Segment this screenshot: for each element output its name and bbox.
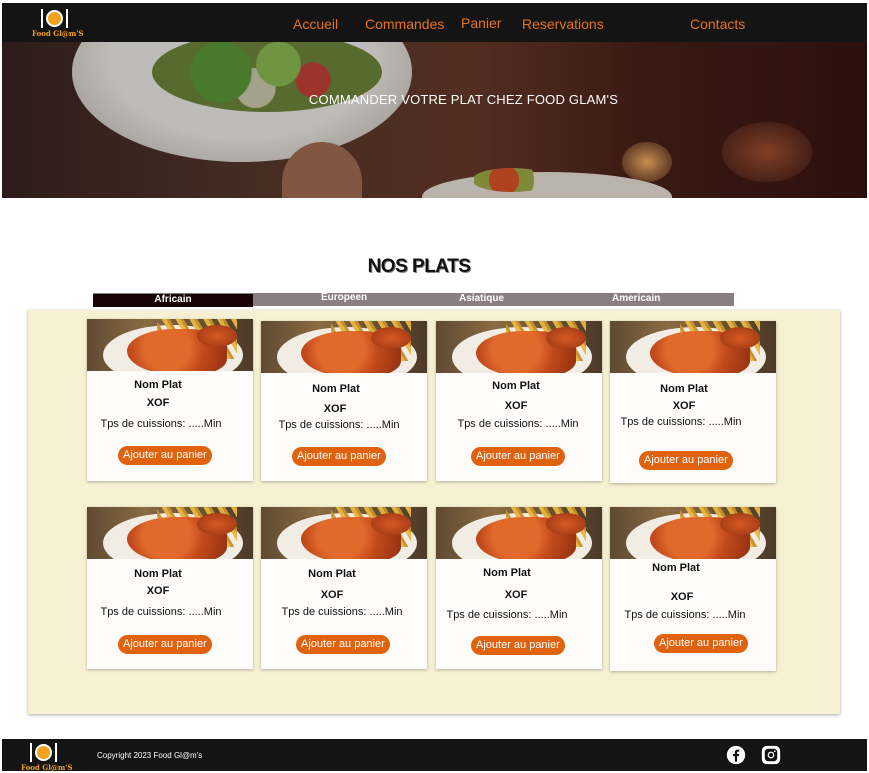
dish-price: XOF (146, 585, 170, 597)
dish-price: XOF (146, 397, 170, 409)
dish-name: Nom Plat (312, 383, 360, 395)
nav-link-reservations[interactable]: Reservations (522, 16, 604, 32)
dish-card: Nom Plat XOF Tps de cuissions: .....Min … (610, 321, 776, 483)
dish-image (436, 321, 602, 373)
dish-price: XOF (504, 400, 528, 412)
dish-price: XOF (670, 591, 694, 603)
dish-image (436, 507, 602, 559)
add-to-cart-button[interactable]: Ajouter au panier (118, 635, 212, 654)
dish-image (261, 321, 427, 373)
nav-link-accueil[interactable]: Accueil (293, 16, 338, 32)
dish-card: Nom Plat XOF Tps de cuissions: .....Min … (436, 507, 602, 669)
dish-price: XOF (323, 403, 347, 415)
knife-icon (66, 9, 68, 28)
dish-image (610, 507, 776, 559)
nav-link-contacts[interactable]: Contacts (690, 16, 745, 32)
add-to-cart-button[interactable]: Ajouter au panier (471, 447, 565, 466)
hero-title: COMMANDER VOTRE PLAT CHEZ FOOD GLAM'S (308, 92, 619, 107)
dish-card: Nom Plat XOF Tps de cuissions: .....Min … (261, 507, 427, 669)
plate-icon (46, 10, 63, 27)
dish-name: Nom Plat (652, 562, 700, 574)
dish-card: Nom Plat XOF Tps de cuissions: .....Min … (610, 507, 776, 671)
dish-name: Nom Plat (134, 568, 182, 580)
footer-brand-logo[interactable]: Food Gl@m'S (21, 742, 73, 772)
dish-image (610, 321, 776, 373)
nav-link-panier[interactable]: Panier (461, 15, 501, 31)
dish-price: XOF (504, 589, 528, 601)
dish-card: Nom Plat XOF Tps de cuissions: .....Min … (261, 321, 427, 481)
section-title: NOS PLATS (367, 256, 471, 277)
dish-cooking-time: Tps de cuissions: .....Min (100, 418, 222, 430)
dish-cooking-time: Tps de cuissions: .....Min (100, 606, 222, 618)
fork-icon (30, 743, 32, 762)
tab-europeen[interactable]: Europeen (321, 292, 367, 305)
dish-name: Nom Plat (134, 379, 182, 391)
add-to-cart-button[interactable]: Ajouter au panier (639, 451, 733, 470)
add-to-cart-button[interactable]: Ajouter au panier (654, 634, 748, 653)
dish-cooking-time: Tps de cuissions: .....Min (457, 418, 579, 430)
add-to-cart-button[interactable]: Ajouter au panier (118, 446, 212, 465)
dish-name: Nom Plat (492, 380, 540, 392)
dish-cooking-time: Tps de cuissions: .....Min (624, 609, 746, 621)
dish-cooking-time: Tps de cuissions: .....Min (278, 419, 400, 431)
dish-card: Nom Plat XOF Tps de cuissions: .....Min … (87, 507, 253, 669)
dish-image (87, 507, 253, 559)
dish-card: Nom Plat XOF Tps de cuissions: .....Min … (436, 321, 602, 481)
dish-image (87, 319, 253, 371)
dish-name: Nom Plat (660, 383, 708, 395)
footer: Food Gl@m'S Copyright 2023 Food Gl@m's (2, 739, 867, 772)
instagram-icon[interactable] (761, 745, 781, 765)
dish-name: Nom Plat (308, 568, 356, 580)
add-to-cart-button[interactable]: Ajouter au panier (296, 635, 390, 654)
dish-price: XOF (672, 400, 696, 412)
add-to-cart-button[interactable]: Ajouter au panier (292, 447, 386, 466)
facebook-icon[interactable] (726, 745, 746, 765)
dish-price: XOF (320, 589, 344, 601)
hero-banner: COMMANDER VOTRE PLAT CHEZ FOOD GLAM'S (2, 42, 867, 198)
top-navbar: Food Gl@m'S Accueil Commandes Panier Res… (2, 3, 867, 42)
dish-cooking-time: Tps de cuissions: .....Min (281, 606, 403, 618)
cuisine-tabs: Africain Europeen Asiatique Americain (93, 292, 734, 307)
page: Food Gl@m'S Accueil Commandes Panier Res… (0, 0, 869, 773)
tab-americain[interactable]: Americain (612, 293, 660, 306)
footer-brand-name: Food Gl@m'S (21, 763, 73, 772)
brand-logo[interactable]: Food Gl@m'S (32, 8, 84, 38)
nav-link-commandes[interactable]: Commandes (365, 16, 444, 32)
knife-icon (55, 743, 57, 762)
tab-asiatique[interactable]: Asiatique (459, 293, 504, 306)
fork-icon (41, 9, 43, 28)
plate-icon (35, 744, 52, 761)
brand-name: Food Gl@m'S (32, 29, 84, 38)
dish-image (261, 507, 427, 559)
dish-cooking-time: Tps de cuissions: .....Min (620, 416, 742, 428)
tab-africain[interactable]: Africain (93, 294, 253, 307)
dish-card: Nom Plat XOF Tps de cuissions: .....Min … (87, 319, 253, 481)
copyright-text: Copyright 2023 Food Gl@m's (97, 751, 203, 760)
dish-name: Nom Plat (483, 567, 531, 579)
dish-cooking-time: Tps de cuissions: .....Min (446, 609, 568, 621)
add-to-cart-button[interactable]: Ajouter au panier (471, 636, 565, 655)
